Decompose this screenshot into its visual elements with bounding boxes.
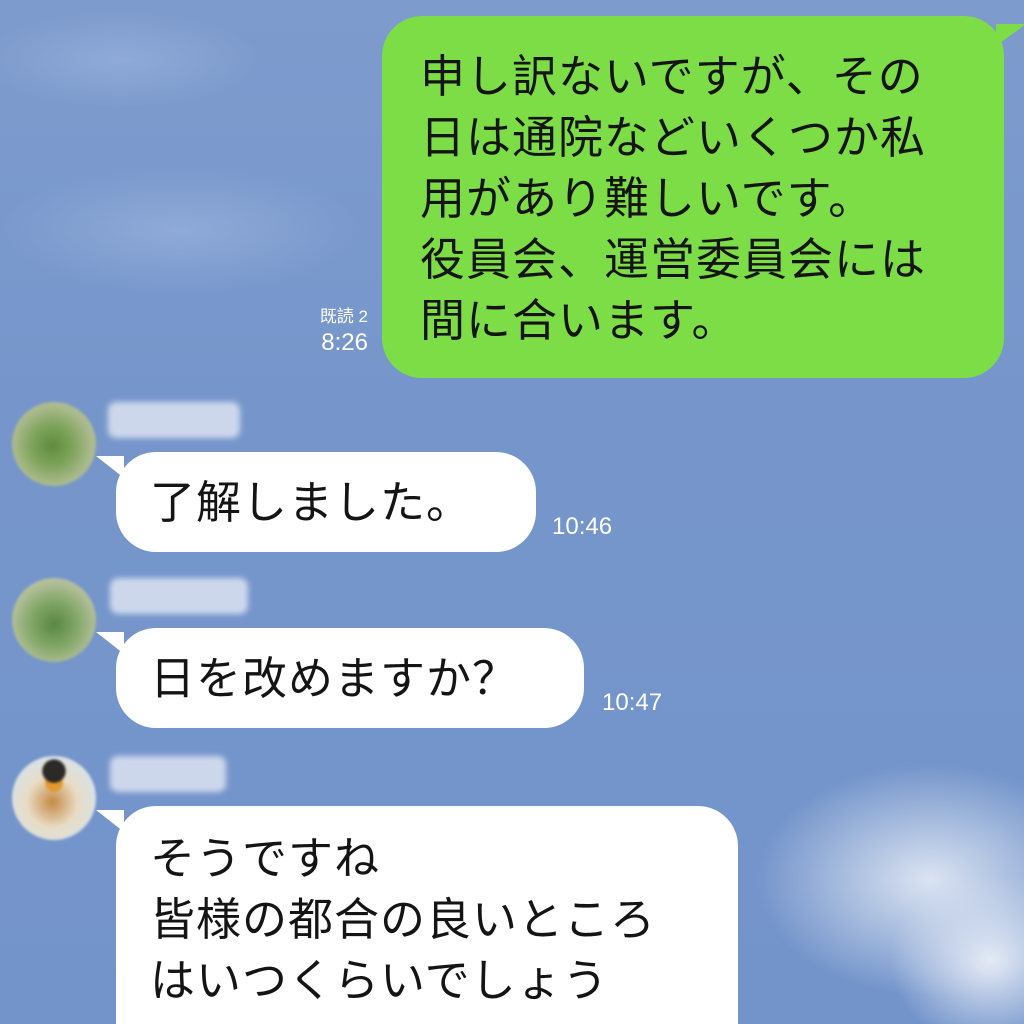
message-time: 8:26	[321, 329, 368, 356]
contact-avatar[interactable]	[12, 402, 96, 486]
message-meta-received: 10:46	[552, 512, 612, 542]
contact-avatar[interactable]	[12, 578, 96, 662]
sender-name-blurred	[108, 402, 240, 438]
message-meta-received: 10:47	[602, 688, 662, 718]
contact-avatar[interactable]	[12, 756, 96, 840]
message-bubble-sent[interactable]: 申し訳ないですが、その 日は通院などいくつか私 用があり難しいです。 役員会、運…	[382, 16, 1004, 378]
message-meta-sent: 既読 2 8:26	[296, 306, 368, 358]
message-bubble-received[interactable]: 日を改めますか？	[116, 628, 584, 728]
sender-name-blurred	[110, 756, 226, 792]
message-bubble-received[interactable]: そうですね 皆様の都合の良いところ はいつくらいでしょう	[116, 806, 738, 1024]
message-bubble-received[interactable]: 了解しました。	[116, 452, 536, 552]
message-time: 10:47	[602, 689, 663, 716]
sender-name-blurred	[110, 578, 248, 614]
bubble-tail-sent	[996, 24, 1024, 46]
read-receipt: 既読 2	[319, 307, 368, 326]
message-time: 10:46	[552, 513, 613, 540]
